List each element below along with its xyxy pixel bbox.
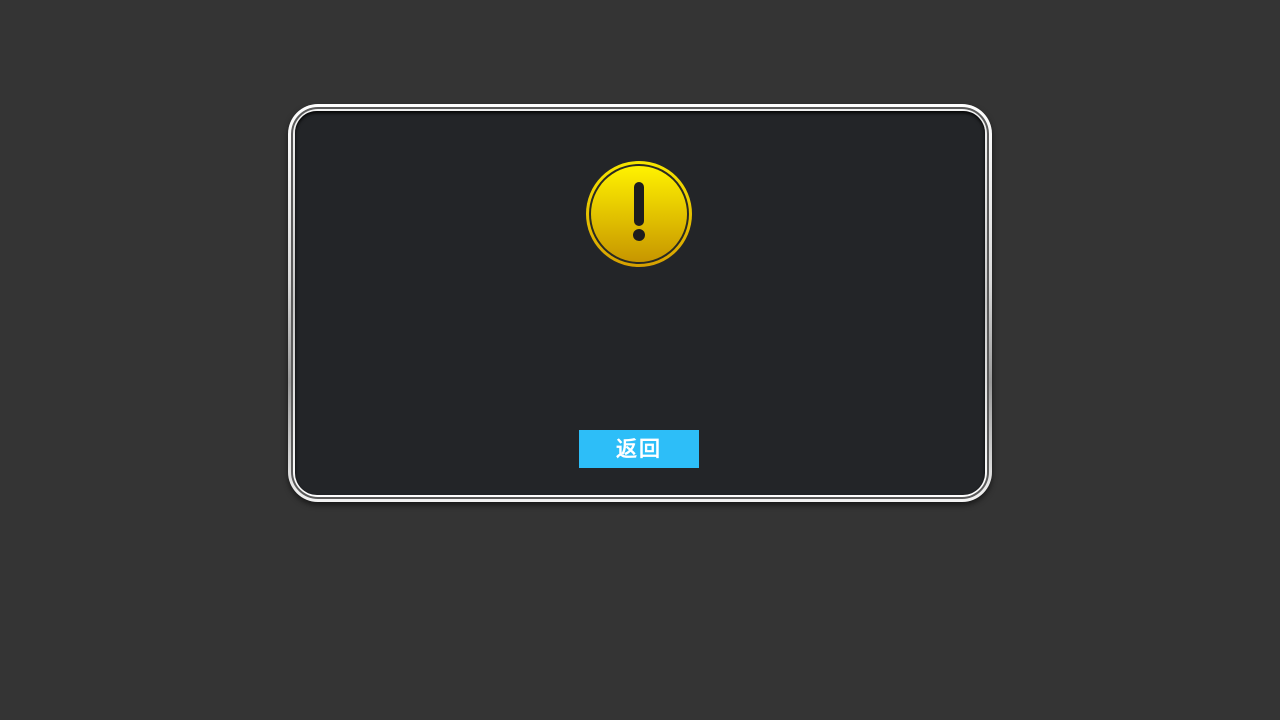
dialog-bevel: 返回: [293, 109, 987, 497]
warning-exclamation-icon: [586, 161, 692, 267]
dialog-panel: 返回: [295, 111, 985, 495]
back-button[interactable]: 返回: [579, 430, 699, 468]
alert-dialog: 返回: [288, 104, 992, 502]
page-background: 返回: [0, 0, 1280, 720]
dialog-border: 返回: [291, 107, 989, 499]
